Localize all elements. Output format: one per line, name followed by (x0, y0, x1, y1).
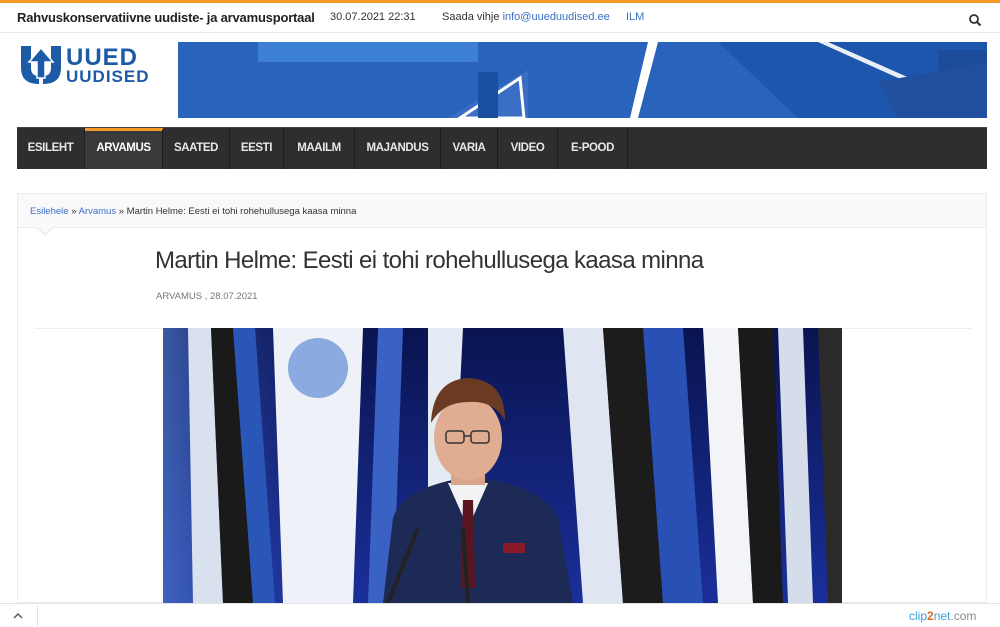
breadcrumb-separator: » (68, 206, 79, 217)
tip-label: Saada vihje (442, 11, 500, 23)
clip2net-logo[interactable]: clip2net.com (909, 609, 976, 623)
logo-word-uudised: UUDISED (66, 67, 150, 86)
bar-divider (37, 606, 38, 626)
clip2net-part-b: 2 (927, 609, 934, 623)
nav-item-esileht[interactable]: ESILEHT (17, 128, 85, 169)
nav-item-arvamus[interactable]: ARVAMUS (85, 128, 163, 169)
clip2net-tld: .com (950, 609, 977, 623)
top-bar: Rahvuskonservatiivne uudiste- ja arvamus… (0, 0, 1000, 33)
breadcrumb-notch-inner (37, 226, 53, 234)
article-meta: ARVAMUS , 28.07.2021 (156, 291, 258, 302)
article-title: Martin Helme: Eesti ei tohi rohehulluseg… (155, 247, 704, 274)
nav-item-maailm[interactable]: MAAILM (284, 128, 355, 169)
breadcrumb-current: Martin Helme: Eesti ei tohi rohehulluseg… (126, 206, 357, 217)
logo-arrow-icon (21, 46, 61, 84)
speaker-photo (163, 328, 842, 603)
breadcrumb-home-link[interactable]: Esilehele (30, 206, 69, 217)
main-nav: ESILEHT ARVAMUS SAATED EESTI MAAILM MAJA… (17, 127, 987, 169)
tip-email-link[interactable]: info@uueduudised.ee (503, 11, 610, 23)
nav-item-e-pood[interactable]: E-POOD (558, 128, 628, 169)
breadcrumb: Esilehele » Arvamus » Martin Helme: Eest… (18, 194, 986, 236)
banner-graphic (178, 42, 987, 118)
header-banner[interactable] (178, 42, 987, 118)
breadcrumb-section-link[interactable]: Arvamus (79, 206, 116, 217)
nav-item-video[interactable]: VIDEO (498, 128, 558, 169)
article-photo (163, 328, 842, 603)
current-datetime: 30.07.2021 22:31 (330, 11, 416, 23)
clip2net-part-a: clip (909, 609, 928, 623)
nav-item-eesti[interactable]: EESTI (230, 128, 284, 169)
tip-contact: Saada vihje info@uueduudised.ee (442, 11, 610, 23)
nav-item-varia[interactable]: VARIA (441, 128, 498, 169)
breadcrumb-trail: Esilehele » Arvamus » Martin Helme: Eest… (30, 206, 356, 217)
article-card: Esilehele » Arvamus » Martin Helme: Eest… (17, 193, 987, 603)
clip2net-part-c: net (933, 609, 951, 623)
breadcrumb-separator: » (116, 206, 127, 217)
nav-item-saated[interactable]: SAATED (163, 128, 230, 169)
search-icon[interactable] (968, 13, 982, 27)
nav-item-majandus[interactable]: MAJANDUS (355, 128, 441, 169)
bottom-bar: clip2net.com (0, 603, 1000, 627)
chevron-up-icon[interactable] (12, 610, 24, 622)
site-logo[interactable]: UUED UUDISED (19, 44, 159, 88)
site-tagline: Rahvuskonservatiivne uudiste- ja arvamus… (17, 10, 315, 25)
weather-link[interactable]: ILM (626, 11, 644, 23)
